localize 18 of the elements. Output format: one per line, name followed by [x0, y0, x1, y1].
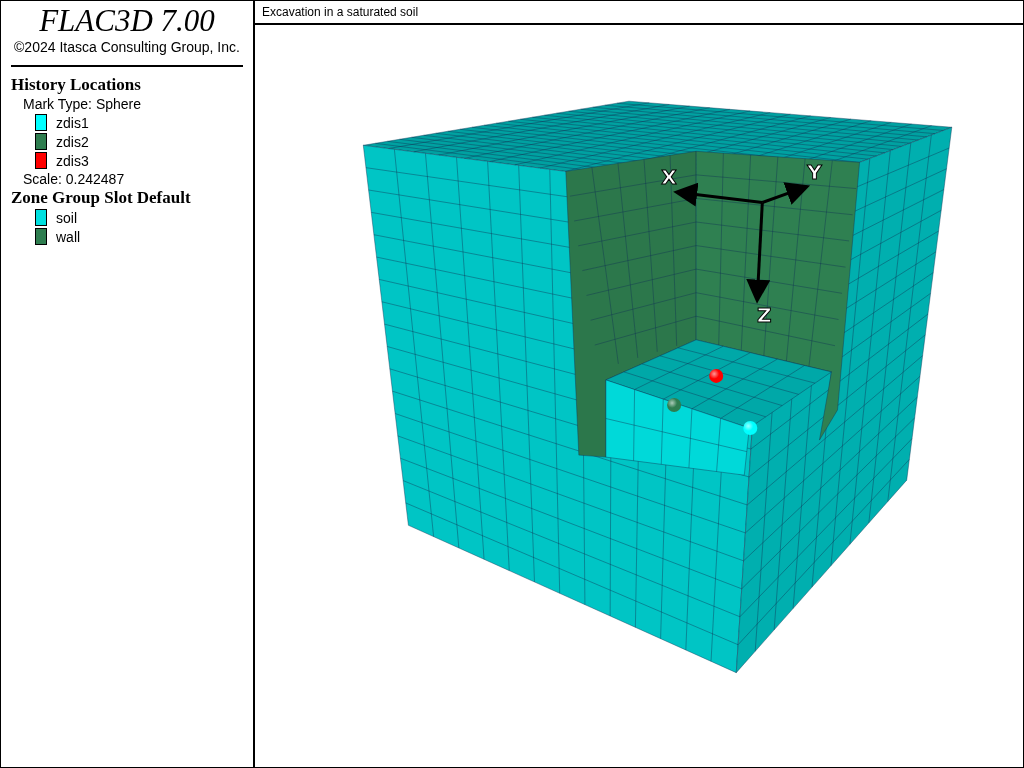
legend-heading: History Locations	[11, 75, 142, 95]
legend-heading: Zone Group Slot Default	[11, 188, 192, 208]
axis-label: Z	[757, 302, 772, 327]
app-title: FLAC3D 7.00	[38, 3, 216, 39]
legend-text: Scale: 0.242487	[22, 170, 126, 188]
axis-label: Y	[807, 160, 822, 185]
legend-label: zdis3	[56, 152, 89, 169]
legend-label: zdis2	[56, 133, 89, 150]
plot-title: Excavation in a saturated soil	[255, 1, 1023, 25]
legend-label: zdis1	[56, 114, 89, 131]
history-sphere	[667, 397, 682, 412]
history-sphere	[709, 368, 724, 383]
legend-label: wall	[56, 228, 81, 245]
axis-label: X	[661, 165, 677, 190]
history-sphere	[743, 421, 758, 436]
legend-label: soil	[56, 209, 77, 226]
legend-text: Mark Type: Sphere	[22, 95, 143, 113]
copyright-text: ©2024 Itasca Consulting Group, Inc.	[13, 39, 241, 55]
